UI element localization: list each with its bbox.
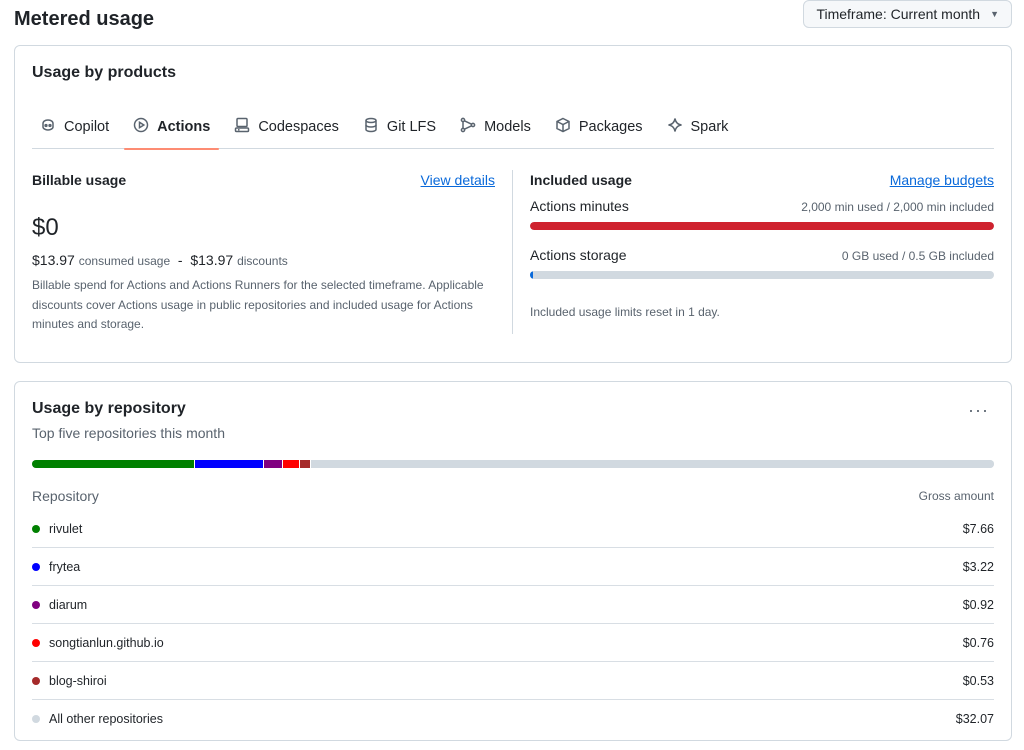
column-gross-amount: Gross amount	[918, 489, 994, 503]
usage-by-repository-card: Usage by repository Top five repositorie…	[14, 381, 1012, 741]
legend-dot	[32, 676, 40, 685]
consumed-amount: $13.97	[32, 252, 75, 268]
tab-actions[interactable]: Actions	[124, 104, 220, 150]
repo-cell: All other repositories	[32, 712, 163, 726]
usage-bar-segment	[32, 460, 196, 468]
repo-name: songtianlun.github.io	[49, 635, 164, 650]
repositories-subtitle: Top five repositories this month	[32, 425, 225, 441]
repo-amount: $32.07	[955, 712, 994, 726]
spark-icon	[667, 117, 683, 137]
tab-packages[interactable]: Packages	[546, 104, 652, 149]
repositories-title: Usage by repository	[32, 400, 186, 417]
metric-label: Actions storage	[530, 247, 627, 263]
usage-bar-segment	[195, 460, 264, 468]
progress-fill	[530, 271, 533, 279]
table-row: songtianlun.github.io $0.76	[32, 624, 994, 662]
tab-label: Copilot	[64, 118, 110, 135]
billable-amount: $0	[32, 214, 59, 241]
column-repository: Repository	[32, 488, 99, 504]
actions-minutes-row: Actions minutes 2,000 min used / 2,000 m…	[530, 198, 994, 214]
repo-cell: blog-shiroi	[32, 674, 107, 688]
actions-storage-bar	[530, 271, 994, 279]
page-title: Metered usage	[14, 8, 155, 30]
tab-codespaces[interactable]: Codespaces	[225, 104, 348, 149]
repository-list: rivulet $7.66 frytea $3.22 diarum $0.92 songti…	[32, 510, 994, 738]
codespaces-icon	[234, 117, 250, 137]
tab-label: Git LFS	[386, 118, 437, 135]
progress-fill	[530, 222, 994, 230]
timeframe-dropdown[interactable]: Timeframe: Current month ▼	[803, 0, 1012, 28]
usage-bar-segment	[299, 460, 311, 468]
repo-cell: songtianlun.github.io	[32, 636, 164, 650]
repo-amount: $0.92	[962, 597, 994, 612]
tab-models[interactable]: Models	[451, 104, 540, 149]
table-row: rivulet $7.66	[32, 510, 994, 548]
repo-name: diarum	[49, 597, 88, 612]
kebab-horizontal-icon[interactable]: ···	[968, 400, 989, 421]
timeframe-label: Timeframe: Current month	[816, 6, 981, 22]
repo-cell: frytea	[32, 560, 80, 574]
tab-label: Models	[484, 118, 531, 135]
reset-note: Included usage limits reset in 1 day.	[530, 305, 720, 319]
repo-cell: rivulet	[32, 522, 82, 536]
table-row: frytea $3.22	[32, 548, 994, 586]
copilot-icon	[40, 117, 56, 137]
actions-minutes-bar	[530, 222, 994, 230]
repo-name: frytea	[49, 559, 81, 574]
billable-note: Billable spend for Actions and Actions R…	[32, 278, 484, 331]
included-usage-section: Included usage Manage budgets Actions mi…	[530, 172, 994, 332]
legend-dot	[32, 600, 40, 609]
tab-label: Actions	[157, 118, 211, 135]
repo-cell: diarum	[32, 598, 87, 612]
metric-value: 0 GB used / 0.5 GB included	[841, 249, 994, 263]
vertical-divider	[512, 170, 513, 334]
caret-down-icon: ▼	[990, 9, 999, 19]
table-row: All other repositories $32.07	[32, 700, 994, 738]
repository-usage-bar	[32, 460, 994, 468]
tab-label: Spark	[690, 118, 729, 135]
tab-label: Packages	[578, 118, 643, 135]
billable-usage-section: Billable usage View details $0 $13.97 co…	[32, 172, 495, 334]
repo-name: All other repositories	[49, 712, 163, 726]
discount-amount: $13.97	[190, 252, 234, 268]
table-row: blog-shiroi $0.53	[32, 662, 994, 700]
consumed-label: consumed usage	[78, 254, 171, 268]
tab-copilot[interactable]: Copilot	[32, 104, 118, 149]
tab-git-lfs[interactable]: Git LFS	[354, 104, 445, 149]
repo-amount: $7.66	[962, 521, 994, 536]
usage-by-products-card: Usage by products Copilot Actions Codesp…	[14, 45, 1012, 363]
consumed-summary: $13.97 consumed usage - $13.97 discounts	[32, 252, 288, 268]
legend-dot	[32, 562, 40, 571]
repo-amount: $0.76	[962, 635, 994, 650]
repo-name: rivulet	[49, 521, 83, 536]
tab-spark[interactable]: Spark	[658, 104, 738, 149]
discount-label: discounts	[237, 254, 288, 268]
play-circle-icon	[133, 117, 149, 137]
usage-bar-segment	[310, 460, 994, 468]
metric-label: Actions minutes	[530, 198, 629, 214]
database-icon	[363, 117, 379, 137]
view-details-link[interactable]: View details	[421, 172, 495, 188]
tab-label: Codespaces	[258, 118, 339, 135]
products-title: Usage by products	[32, 64, 177, 81]
actions-storage-row: Actions storage 0 GB used / 0.5 GB inclu…	[530, 247, 994, 263]
repo-name: blog-shiroi	[49, 673, 107, 688]
package-icon	[555, 117, 571, 137]
product-tabs: Copilot Actions Codespaces Git LFS Model…	[32, 104, 994, 150]
separator: -	[177, 252, 183, 268]
legend-dot	[32, 524, 40, 533]
table-row: diarum $0.92	[32, 586, 994, 624]
manage-budgets-link[interactable]: Manage budgets	[890, 172, 994, 188]
legend-dot	[32, 638, 40, 647]
usage-bar-segment	[283, 460, 300, 468]
repo-amount: $0.53	[962, 673, 994, 688]
legend-dot	[32, 715, 40, 723]
metric-value: 2,000 min used / 2,000 min included	[801, 200, 994, 214]
table-header: Repository Gross amount	[32, 488, 994, 504]
usage-bar-segment	[263, 460, 284, 468]
repo-amount: $3.22	[962, 559, 994, 574]
models-icon	[460, 117, 476, 137]
